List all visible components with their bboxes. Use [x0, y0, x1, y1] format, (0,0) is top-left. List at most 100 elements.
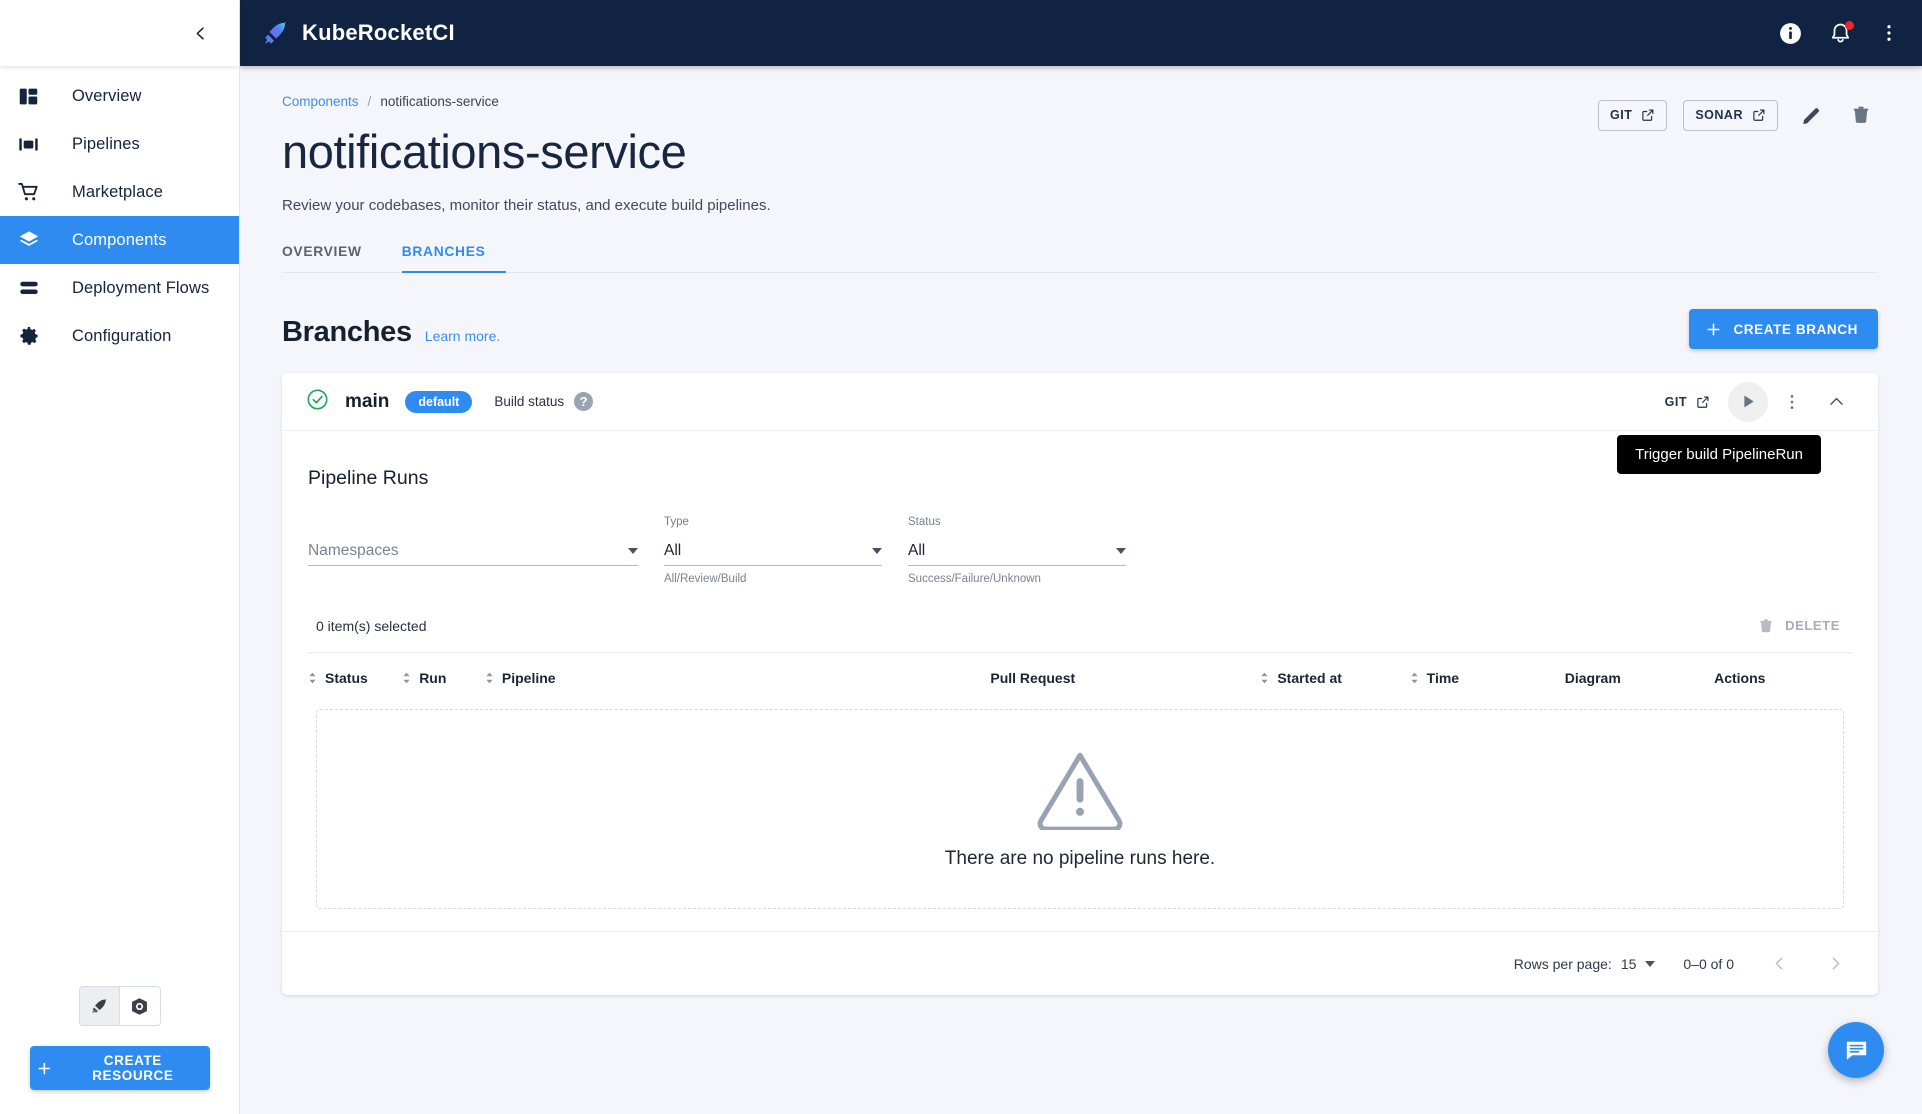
header-actions: GIT SONAR: [1598, 98, 1878, 132]
info-button[interactable]: [1778, 21, 1803, 46]
chevron-left-icon: [196, 26, 204, 40]
chevron-down-icon: [628, 547, 638, 554]
breadcrumb-parent-link[interactable]: Components: [282, 94, 359, 109]
topbar-overflow-button[interactable]: [1878, 22, 1900, 44]
sidebar-item-deployment-flows[interactable]: Deployment Flows: [0, 264, 239, 312]
page-subtitle: Review your codebases, monitor their sta…: [282, 197, 771, 214]
info-icon: [1780, 22, 1801, 44]
sonar-link-button[interactable]: SONAR: [1683, 99, 1778, 131]
pagination-next-button[interactable]: [1818, 947, 1852, 981]
branch-collapse-button[interactable]: [1816, 382, 1856, 422]
sidebar-item-label: Pipelines: [72, 134, 140, 153]
column-actions: Actions: [1714, 653, 1852, 703]
column-status[interactable]: Status: [308, 653, 402, 703]
app-root: Overview Pipelines Marketplace Component…: [0, 0, 1922, 1114]
tab-branches[interactable]: BRANCHES: [382, 244, 506, 273]
delete-selected-button[interactable]: DELETE: [1758, 618, 1852, 634]
rocket-icon: [91, 998, 106, 1013]
pipeline-runs-panel: Pipeline Runs Namespaces Type All All/Re…: [282, 431, 1878, 995]
chevron-right-icon: [1832, 957, 1839, 970]
git-link-button[interactable]: GIT: [1598, 99, 1668, 131]
cart-icon: [18, 181, 52, 203]
plus-icon: [37, 1062, 50, 1074]
sidebar-item-overview[interactable]: Overview: [0, 72, 239, 120]
create-resource-button[interactable]: CREATE RESOURCE: [29, 1046, 210, 1090]
empty-state: There are no pipeline runs here.: [316, 709, 1844, 909]
column-time[interactable]: Time: [1410, 653, 1565, 703]
table-header: Status Run Pipeline Pull Request Started…: [308, 653, 1852, 703]
chevron-down-icon: [1645, 960, 1656, 967]
external-link-icon: [1697, 396, 1709, 408]
sidebar-item-pipelines[interactable]: Pipelines: [0, 120, 239, 168]
learn-more-link[interactable]: Learn more.: [425, 328, 500, 344]
sort-icon: [485, 672, 494, 684]
more-vertical-icon: [1887, 25, 1891, 41]
sidebar-item-marketplace[interactable]: Marketplace: [0, 168, 239, 216]
question-mark-icon[interactable]: ?: [574, 392, 594, 411]
status-filter-label: Status: [908, 516, 941, 528]
selection-count: 0 item(s) selected: [316, 617, 427, 634]
sidebar-item-label: Components: [72, 230, 167, 249]
breadcrumb-current: notifications-service: [380, 94, 499, 109]
branch-name: main: [345, 390, 390, 412]
create-branch-button[interactable]: CREATE BRANCH: [1689, 309, 1878, 349]
rows-per-page-select[interactable]: Rows per page: 15: [1514, 956, 1656, 972]
create-branch-label: CREATE BRANCH: [1733, 321, 1858, 337]
chevron-up-icon: [1829, 397, 1843, 405]
column-label: Started at: [1277, 670, 1342, 686]
edit-button[interactable]: [1794, 98, 1828, 132]
type-filter: Type All All/Review/Build: [664, 516, 882, 585]
branch-git-link[interactable]: GIT: [1665, 395, 1710, 409]
chevron-left-icon: [1775, 957, 1782, 970]
notifications-button[interactable]: [1829, 20, 1854, 45]
column-label: Status: [325, 670, 368, 686]
delete-selected-label: DELETE: [1785, 618, 1840, 633]
status-filter-help: Success/Failure/Unknown: [908, 573, 1041, 585]
sidebar-footer: CREATE RESOURCE: [0, 986, 239, 1114]
column-started-at[interactable]: Started at: [1260, 653, 1409, 703]
cluster-toggle: [78, 986, 161, 1026]
sidebar: Overview Pipelines Marketplace Component…: [0, 0, 240, 1114]
trash-icon: [1760, 618, 1772, 632]
sort-icon: [308, 672, 317, 684]
column-pipeline[interactable]: Pipeline: [485, 653, 990, 703]
column-pull-request: Pull Request: [990, 653, 1260, 703]
topbar-actions: [1778, 20, 1900, 46]
type-select[interactable]: All: [664, 536, 882, 566]
dashboard-icon: [18, 86, 52, 107]
rocket-logo-icon: [264, 21, 287, 44]
trigger-build-button[interactable]: [1728, 381, 1768, 422]
cluster-toggle-kubernetes[interactable]: [120, 987, 160, 1025]
status-select[interactable]: All: [908, 536, 1126, 566]
column-run[interactable]: Run: [402, 653, 485, 703]
sonar-label: SONAR: [1695, 108, 1743, 122]
sidebar-collapse-button[interactable]: [183, 16, 217, 50]
delete-button[interactable]: [1844, 98, 1878, 132]
chat-fab-button[interactable]: [1828, 1022, 1884, 1078]
sidebar-item-components[interactable]: Components: [0, 216, 239, 264]
chevron-down-icon: [1116, 547, 1126, 554]
create-resource-label: CREATE RESOURCE: [92, 1053, 174, 1083]
namespaces-select[interactable]: Namespaces: [308, 536, 638, 566]
check-circle-icon: [306, 388, 329, 416]
type-filter-label: Type: [664, 516, 689, 528]
tab-overview[interactable]: OVERVIEW: [282, 244, 382, 272]
brand[interactable]: KubeRocketCI: [262, 20, 455, 47]
kubernetes-icon: [132, 997, 147, 1015]
sidebar-item-label: Overview: [72, 86, 142, 105]
pagination-prev-button[interactable]: [1762, 947, 1796, 981]
cluster-toggle-rocket[interactable]: [79, 987, 120, 1025]
play-icon: [1743, 395, 1754, 408]
pipelines-icon: [18, 134, 52, 155]
namespaces-filter: Namespaces: [308, 516, 638, 573]
selection-bar: 0 item(s) selected DELETE: [308, 599, 1852, 653]
column-diagram: Diagram: [1565, 653, 1714, 703]
main-content: Components / notifications-service notif…: [240, 66, 1922, 1114]
branch-menu-button[interactable]: [1772, 382, 1812, 422]
branch-default-badge: default: [405, 390, 473, 413]
pagination: Rows per page: 15 0–0 of 0: [282, 931, 1878, 995]
sidebar-item-configuration[interactable]: Configuration: [0, 312, 239, 360]
external-link-icon: [1753, 109, 1765, 121]
branch-row-actions: GIT: [1665, 381, 1856, 422]
more-vertical-icon: [1790, 394, 1794, 409]
